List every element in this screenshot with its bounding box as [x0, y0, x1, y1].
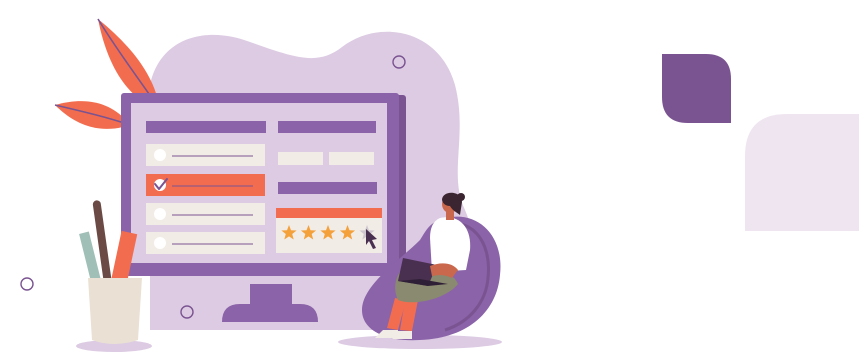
checkbox-icon: [154, 149, 166, 161]
star-rating-card: [276, 208, 382, 253]
decor-ring-left: [20, 277, 34, 291]
feedback-scene: [20, 18, 859, 352]
decor-leaf-light: [745, 114, 859, 231]
hero-illustration: [0, 0, 859, 360]
checkbox-icon: [154, 208, 166, 220]
checkbox-icon: [154, 237, 166, 249]
decor-leaf-dark: [662, 54, 731, 123]
